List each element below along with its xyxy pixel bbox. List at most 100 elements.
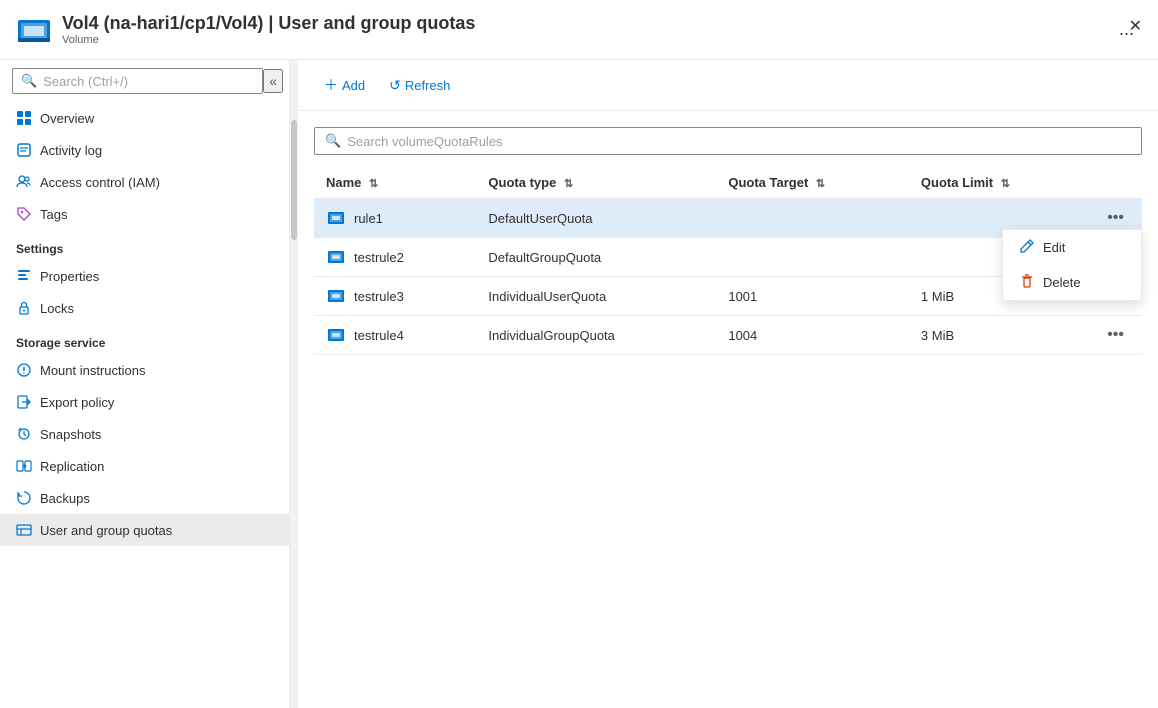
sidebar-scrollbar-thumb bbox=[291, 120, 297, 240]
close-button[interactable]: ✕ bbox=[1125, 12, 1146, 40]
sidebar-item-snapshots[interactable]: Snapshots bbox=[0, 418, 289, 450]
sidebar-item-mount-instructions-label: Mount instructions bbox=[40, 363, 146, 378]
replication-icon bbox=[16, 458, 32, 474]
sidebar-collapse-button[interactable]: « bbox=[263, 69, 283, 93]
add-button[interactable]: ＋ Add bbox=[314, 70, 375, 100]
row-name-cell: testrule4 bbox=[326, 325, 464, 345]
table-search-box[interactable]: 🔍 bbox=[314, 127, 1142, 155]
sidebar-item-export-policy[interactable]: Export policy bbox=[0, 386, 289, 418]
refresh-button-label: Refresh bbox=[405, 78, 451, 93]
user-group-quotas-icon bbox=[16, 522, 32, 538]
snapshots-icon bbox=[16, 426, 32, 442]
row-volume-icon bbox=[326, 286, 346, 306]
delete-icon bbox=[1019, 273, 1035, 292]
col-quota-type[interactable]: Quota type ⇅ bbox=[476, 167, 716, 199]
sidebar-item-overview[interactable]: Overview bbox=[0, 102, 289, 134]
row-quota-target: 1001 bbox=[716, 277, 909, 316]
header-title-block: Vol4 (na-hari1/cp1/Vol4) | User and grou… bbox=[62, 13, 1099, 46]
sidebar-item-properties[interactable]: Properties bbox=[0, 260, 289, 292]
volume-icon bbox=[16, 12, 52, 48]
col-actions bbox=[1089, 167, 1142, 199]
main-content: ＋ Add ↺ Refresh 🔍 Name ⇅ bbox=[298, 60, 1158, 708]
table-row[interactable]: testrule4 IndividualGroupQuota 1004 3 Mi… bbox=[314, 316, 1142, 355]
tags-icon bbox=[16, 206, 32, 222]
sidebar-item-locks[interactable]: Locks bbox=[0, 292, 289, 324]
sidebar-item-replication-label: Replication bbox=[40, 459, 104, 474]
activity-log-icon bbox=[16, 142, 32, 158]
context-menu-delete-label: Delete bbox=[1043, 275, 1081, 290]
mount-instructions-icon bbox=[16, 362, 32, 378]
edit-icon bbox=[1019, 238, 1035, 257]
sidebar-item-replication[interactable]: Replication bbox=[0, 450, 289, 482]
sidebar-item-export-policy-label: Export policy bbox=[40, 395, 114, 410]
row-actions-cell: ••• Edit bbox=[1089, 199, 1142, 238]
table-row[interactable]: rule1 DefaultUserQuota ••• bbox=[314, 199, 1142, 238]
context-menu-edit[interactable]: Edit bbox=[1003, 230, 1141, 265]
sidebar-item-overview-label: Overview bbox=[40, 111, 94, 126]
sidebar-item-user-group-quotas-label: User and group quotas bbox=[40, 523, 172, 538]
page-title: Vol4 (na-hari1/cp1/Vol4) | User and grou… bbox=[62, 13, 1099, 34]
sidebar-item-mount-instructions[interactable]: Mount instructions bbox=[0, 354, 289, 386]
sidebar-search-input[interactable] bbox=[43, 74, 254, 89]
quota-limit-sort-icon: ⇅ bbox=[1001, 178, 1010, 190]
row-quota-target: 1004 bbox=[716, 316, 909, 355]
toolbar: ＋ Add ↺ Refresh bbox=[298, 60, 1158, 111]
refresh-icon: ↺ bbox=[389, 77, 401, 94]
sidebar-item-backups[interactable]: Backups bbox=[0, 482, 289, 514]
table-body: rule1 DefaultUserQuota ••• bbox=[314, 199, 1142, 355]
add-icon: ＋ bbox=[324, 75, 338, 95]
row-quota-target bbox=[716, 238, 909, 277]
col-name[interactable]: Name ⇅ bbox=[314, 167, 476, 199]
table-search-icon: 🔍 bbox=[325, 133, 341, 149]
row-name-cell: testrule2 bbox=[326, 247, 464, 267]
row-name: rule1 bbox=[354, 211, 383, 226]
search-icon: 🔍 bbox=[21, 73, 37, 89]
storage-section-label: Storage service bbox=[0, 324, 289, 354]
table-header: Name ⇅ Quota type ⇅ Quota Target ⇅ Quo bbox=[314, 167, 1142, 199]
sidebar-item-locks-label: Locks bbox=[40, 301, 74, 316]
col-quota-target[interactable]: Quota Target ⇅ bbox=[716, 167, 909, 199]
quota-target-sort-icon: ⇅ bbox=[816, 178, 825, 190]
row-name-cell: rule1 bbox=[326, 208, 464, 228]
row-quota-target bbox=[716, 199, 909, 238]
refresh-button[interactable]: ↺ Refresh bbox=[379, 72, 460, 99]
context-menu-delete[interactable]: Delete bbox=[1003, 265, 1141, 300]
table-search-input[interactable] bbox=[347, 134, 1131, 149]
row-quota-type: DefaultUserQuota bbox=[476, 199, 716, 238]
sidebar-scrollbar[interactable] bbox=[290, 60, 298, 708]
add-button-label: Add bbox=[342, 78, 365, 93]
content-area: 🔍 Name ⇅ Quota type ⇅ bbox=[298, 111, 1158, 708]
row-name-cell: testrule3 bbox=[326, 286, 464, 306]
sidebar-item-access-control[interactable]: Access control (IAM) bbox=[0, 166, 289, 198]
row-volume-icon bbox=[326, 208, 346, 228]
col-quota-limit[interactable]: Quota Limit ⇅ bbox=[909, 167, 1089, 199]
sidebar-search-box[interactable]: 🔍 bbox=[12, 68, 263, 94]
backups-icon bbox=[16, 490, 32, 506]
row-volume-icon bbox=[326, 325, 346, 345]
sidebar-item-activity-log-label: Activity log bbox=[40, 143, 102, 158]
row-more-button[interactable]: ••• bbox=[1101, 207, 1130, 229]
locks-icon bbox=[16, 300, 32, 316]
row-name: testrule4 bbox=[354, 328, 404, 343]
access-control-icon bbox=[16, 174, 32, 190]
sidebar-item-backups-label: Backups bbox=[40, 491, 90, 506]
row-name: testrule2 bbox=[354, 250, 404, 265]
page-header: Vol4 (na-hari1/cp1/Vol4) | User and grou… bbox=[0, 0, 1158, 60]
context-menu: Edit Delete bbox=[1002, 229, 1142, 301]
row-quota-type: IndividualGroupQuota bbox=[476, 316, 716, 355]
row-name: testrule3 bbox=[354, 289, 404, 304]
name-sort-icon: ⇅ bbox=[369, 178, 378, 190]
row-quota-type: DefaultGroupQuota bbox=[476, 238, 716, 277]
sidebar-item-user-group-quotas[interactable]: User and group quotas bbox=[0, 514, 289, 546]
sidebar-search-row: 🔍 « bbox=[0, 60, 289, 102]
row-actions-cell: ••• bbox=[1089, 316, 1142, 355]
page-subtitle: Volume bbox=[62, 34, 1099, 46]
sidebar-item-access-control-label: Access control (IAM) bbox=[40, 175, 160, 190]
sidebar-item-activity-log[interactable]: Activity log bbox=[0, 134, 289, 166]
quota-type-sort-icon: ⇅ bbox=[564, 178, 573, 190]
sidebar-item-tags[interactable]: Tags bbox=[0, 198, 289, 230]
row-more-button[interactable]: ••• bbox=[1101, 324, 1130, 346]
export-policy-icon bbox=[16, 394, 32, 410]
sidebar-item-tags-label: Tags bbox=[40, 207, 67, 222]
overview-icon bbox=[16, 110, 32, 126]
